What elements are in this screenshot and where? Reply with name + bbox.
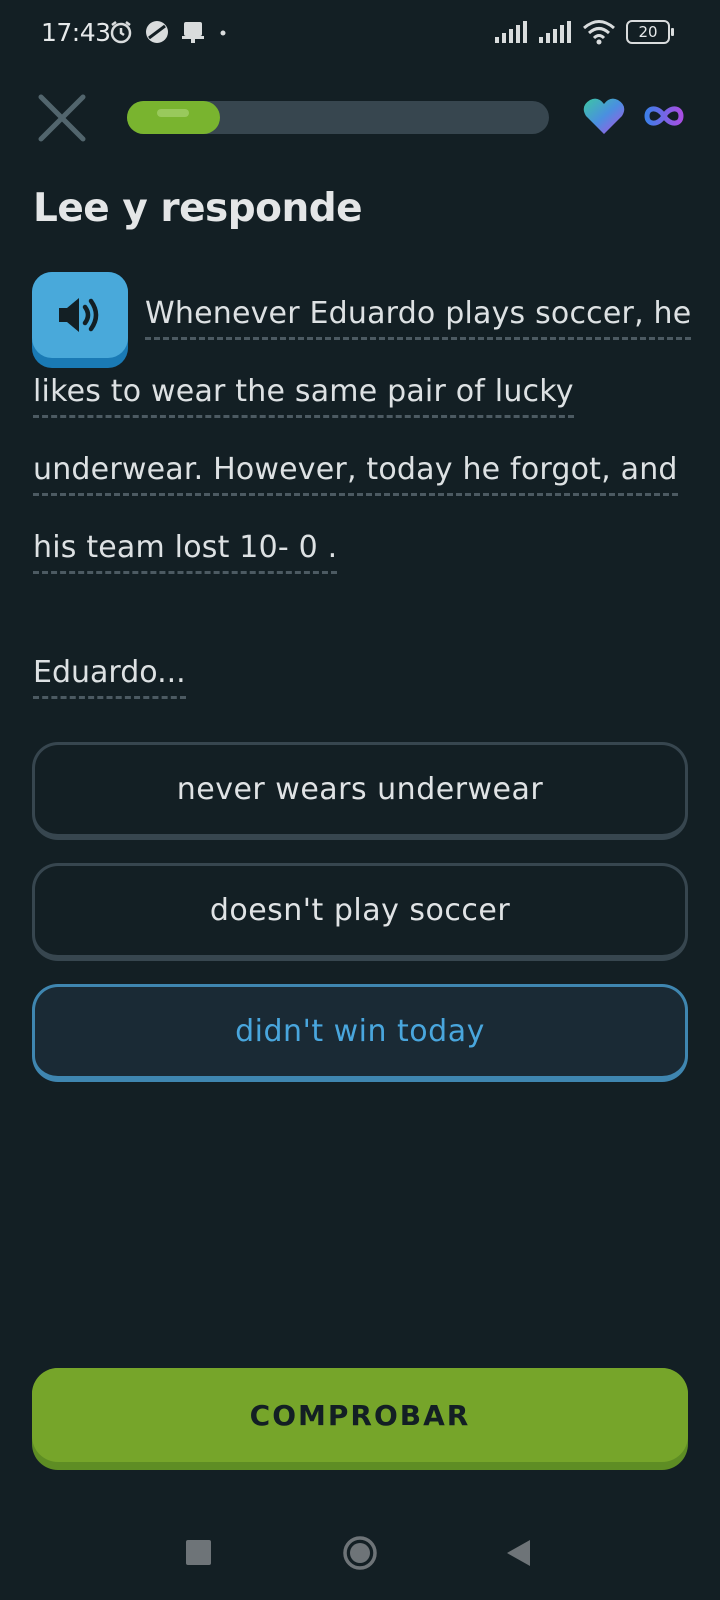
answer-option-selected[interactable]: didn't win today xyxy=(32,984,688,1082)
signal-icon xyxy=(539,21,571,43)
check-button-label[interactable]: COMPROBAR xyxy=(32,1368,688,1462)
lesson-progress-bar xyxy=(127,101,549,134)
answer-option-label: didn't win today xyxy=(235,1014,485,1049)
play-audio-button-face[interactable] xyxy=(32,272,128,358)
heart-icon[interactable] xyxy=(582,96,626,136)
alarm-icon xyxy=(110,21,132,44)
answer-option-label: doesn't play soccer xyxy=(209,893,511,928)
progress-shine xyxy=(157,109,189,117)
prompt-text[interactable]: Eduardo... xyxy=(33,655,186,699)
status-icons-left xyxy=(108,19,230,45)
play-audio-button[interactable] xyxy=(32,272,128,368)
battery-icon: 20 xyxy=(626,20,674,44)
status-icons-right: 20 xyxy=(494,19,674,45)
passage-text[interactable]: likes to wear the same pair of lucky xyxy=(33,374,574,418)
close-icon[interactable] xyxy=(36,92,88,144)
progress-fill xyxy=(127,101,220,134)
signal-icon xyxy=(495,21,527,43)
passage-line[interactable]: underwear. However, today he forgot, and xyxy=(33,452,678,496)
wifi-icon xyxy=(583,20,615,45)
check-button[interactable]: COMPROBAR xyxy=(32,1368,688,1470)
passage-line[interactable]: his team lost 10- 0 . xyxy=(33,530,338,574)
question-prompt[interactable]: Eduardo... xyxy=(33,655,186,699)
page-title: Lee y responde xyxy=(33,186,363,231)
home-button[interactable] xyxy=(342,1535,378,1571)
battery-level: 20 xyxy=(638,23,658,41)
answer-option-label: never wears underwear xyxy=(176,772,544,807)
speaker-icon xyxy=(59,298,99,332)
passage-text[interactable]: underwear. However, today he forgot, and xyxy=(33,452,678,496)
answer-option[interactable]: never wears underwear xyxy=(32,742,688,840)
answer-option[interactable]: doesn't play soccer xyxy=(32,863,688,961)
passage-text[interactable]: Whenever Eduardo plays soccer, he xyxy=(145,296,692,340)
back-button[interactable] xyxy=(504,1538,532,1568)
passage-text[interactable]: his team lost 10- 0 . xyxy=(33,530,338,574)
recents-button[interactable] xyxy=(186,1540,211,1565)
do-not-disturb-icon xyxy=(146,21,168,43)
status-time: 17:43 xyxy=(41,18,111,47)
dot-icon xyxy=(220,30,226,36)
notification-icon xyxy=(182,22,204,43)
infinity-icon xyxy=(644,106,684,126)
passage-line[interactable]: likes to wear the same pair of lucky xyxy=(33,374,574,418)
passage-line[interactable]: Whenever Eduardo plays soccer, he xyxy=(145,296,692,340)
